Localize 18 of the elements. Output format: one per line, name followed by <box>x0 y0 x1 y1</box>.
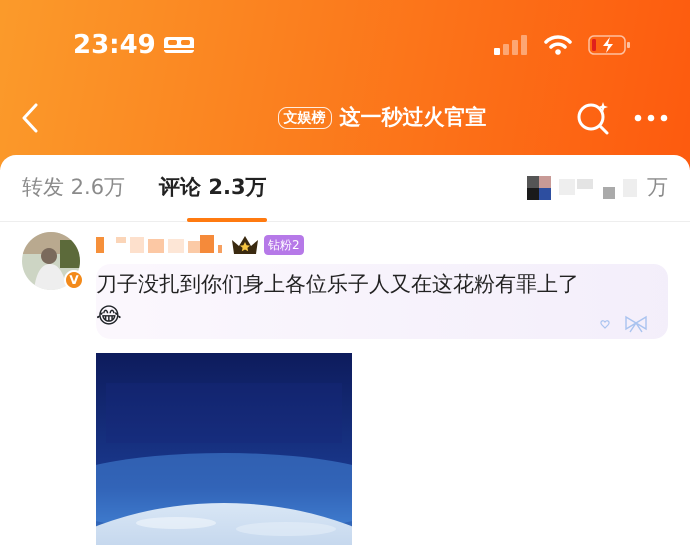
wifi-icon <box>544 35 572 55</box>
more-icon[interactable] <box>634 114 668 122</box>
tab[interactable]: 评论 2.3万 <box>159 154 267 222</box>
signal-icon <box>494 35 528 55</box>
fan-level-badge: 钻粉2 <box>264 235 304 255</box>
bed-icon <box>164 37 194 53</box>
emoji: 😂 <box>96 303 122 331</box>
clock: 23:49 <box>73 28 156 62</box>
crown-icon <box>230 234 260 256</box>
category-tag: 文娱榜 <box>278 106 332 128</box>
comment-text: 刀子没扎到你们身上各位乐子人又在这花粉有罪上了 <box>96 271 580 298</box>
search-icon[interactable] <box>576 100 610 134</box>
back-icon[interactable] <box>22 102 38 132</box>
page-title: 这一秒过火官宣 <box>340 104 486 131</box>
tab[interactable]: 转发 2.6万 <box>22 154 126 222</box>
verified-badge: V <box>64 270 84 290</box>
obscured-icon <box>527 176 551 200</box>
tab[interactable]: 万 <box>647 154 668 222</box>
